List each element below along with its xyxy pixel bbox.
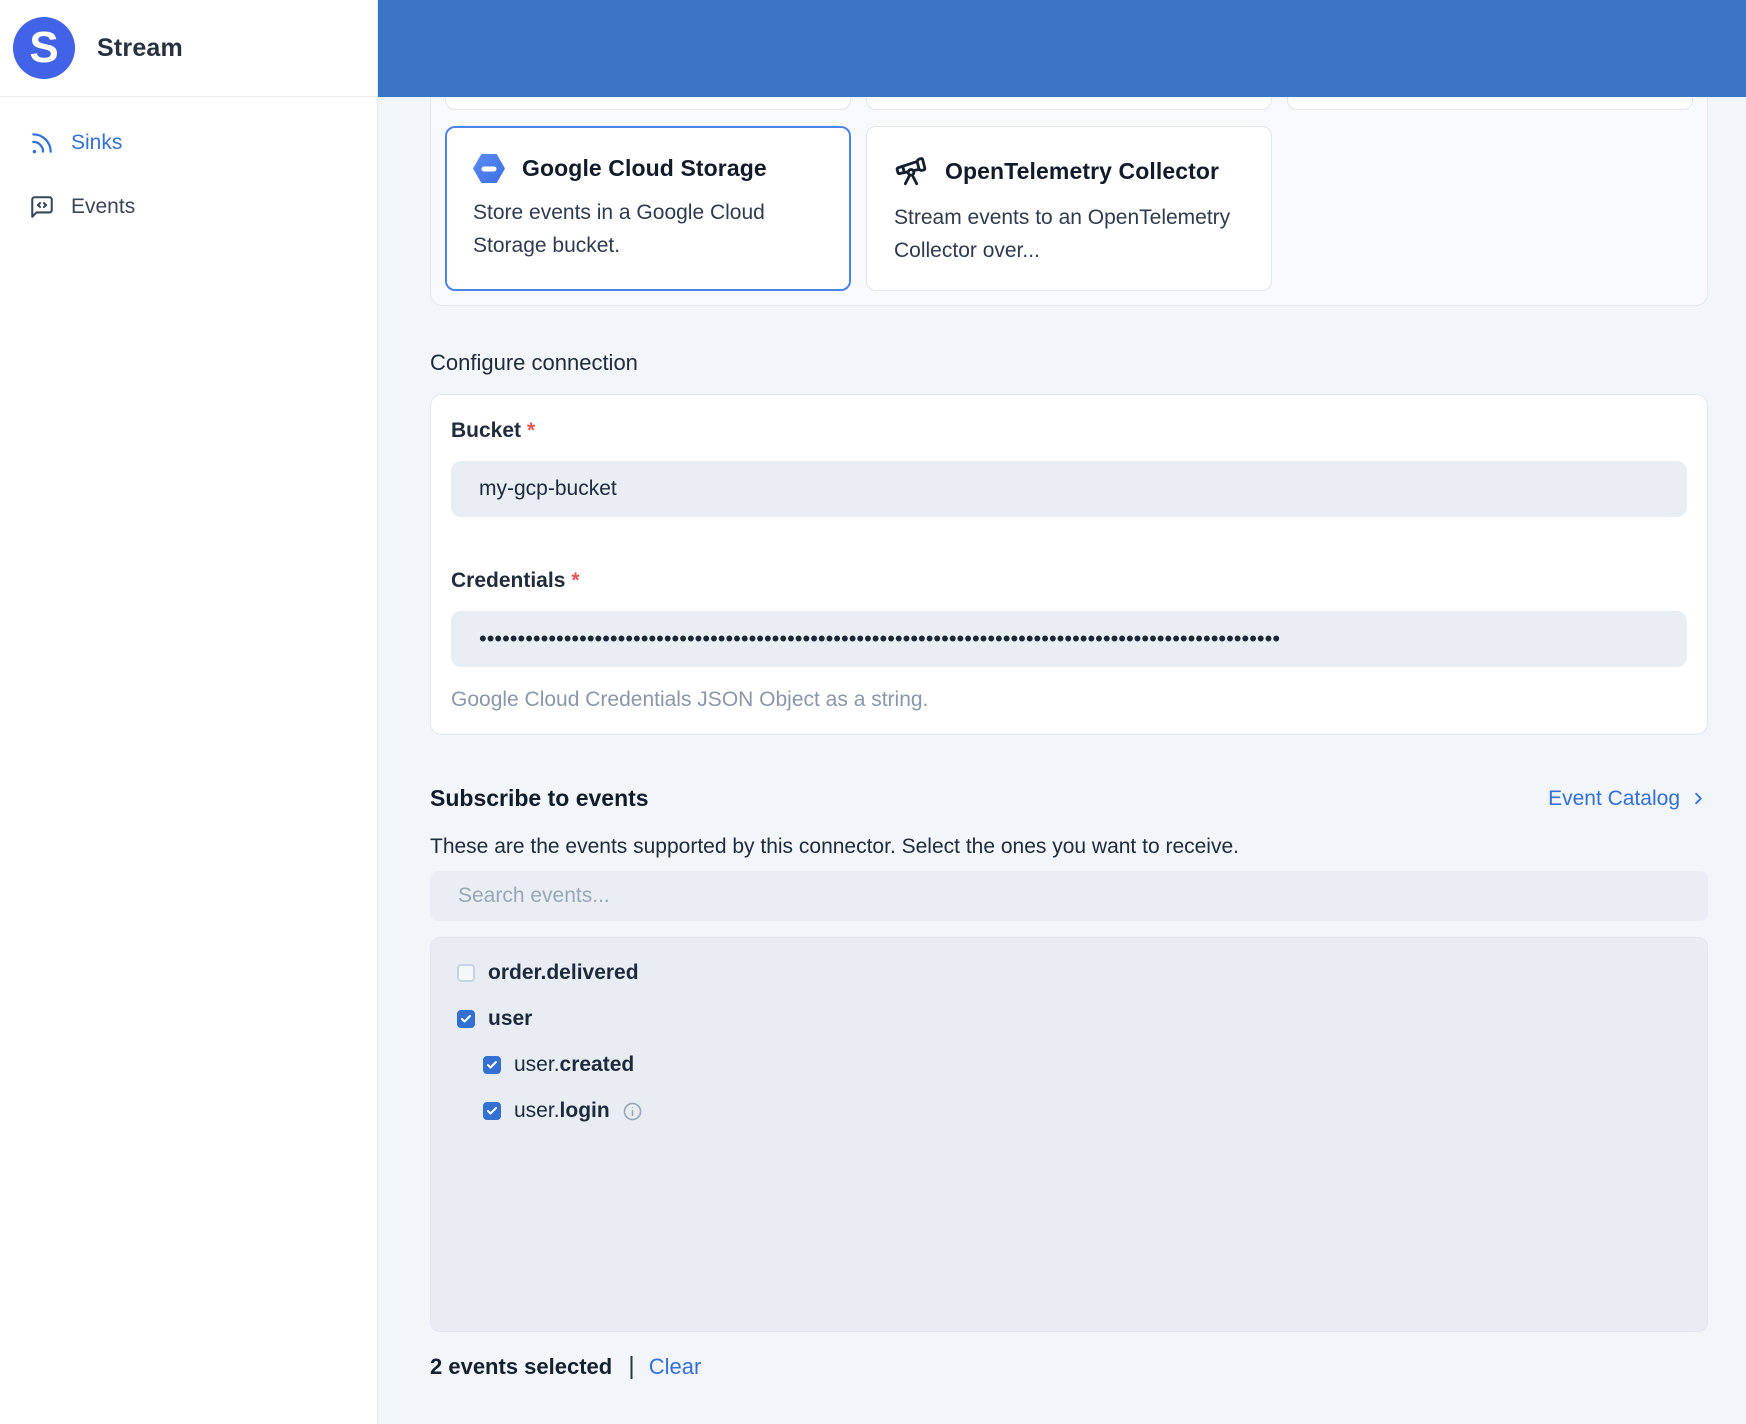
event-row-user: user bbox=[457, 996, 1687, 1042]
check-icon bbox=[487, 1107, 497, 1115]
event-label: user.created bbox=[514, 1053, 635, 1076]
subscribe-header-row: Subscribe to events Event Catalog bbox=[430, 785, 1708, 812]
sidebar-item-sinks[interactable]: Sinks bbox=[0, 111, 377, 175]
bucket-label: Bucket * bbox=[451, 419, 536, 442]
credentials-help-text: Google Cloud Credentials JSON Object as … bbox=[451, 688, 929, 711]
required-asterisk: * bbox=[527, 419, 536, 442]
bucket-input[interactable] bbox=[451, 461, 1687, 517]
sidebar: S Stream Sinks Events bbox=[0, 0, 378, 1424]
required-asterisk: * bbox=[571, 569, 580, 592]
clear-selection-link[interactable]: Clear bbox=[649, 1354, 702, 1380]
connector-card-google-cloud-storage[interactable]: Google Cloud Storage Store events in a G… bbox=[445, 126, 851, 291]
event-row-order-delivered: order.delivered bbox=[457, 950, 1687, 996]
card-description: Store events in a Google Cloud Storage b… bbox=[473, 201, 765, 257]
subscribe-heading: Subscribe to events bbox=[430, 785, 649, 811]
check-icon bbox=[487, 1061, 497, 1069]
card-description: Stream events to an OpenTelemetry Collec… bbox=[894, 206, 1231, 262]
event-label: user bbox=[488, 1007, 533, 1030]
app-window: S Stream Sinks Events Google Cloud Stora… bbox=[0, 0, 1746, 1424]
selection-footer: 2 events selected | Clear bbox=[430, 1352, 1708, 1381]
rss-icon bbox=[32, 133, 52, 154]
subscribe-description: These are the events supported by this c… bbox=[430, 835, 1239, 858]
configure-connection-heading: Configure connection bbox=[430, 350, 638, 375]
sidebar-item-events[interactable]: Events bbox=[0, 175, 377, 239]
telescope-icon bbox=[895, 157, 927, 186]
app-title: Stream bbox=[97, 33, 183, 62]
connector-cell-empty bbox=[1287, 126, 1693, 291]
google-cloud-storage-icon bbox=[473, 154, 505, 183]
sidebar-item-label: Events bbox=[71, 195, 136, 218]
card-header: OpenTelemetry Collector bbox=[894, 154, 1244, 188]
sidebar-header: S Stream bbox=[0, 0, 377, 97]
main-area: Google Cloud Storage Store events in a G… bbox=[378, 0, 1746, 1424]
sidebar-nav: Sinks Events bbox=[0, 97, 377, 239]
check-icon bbox=[461, 1015, 471, 1023]
credentials-input[interactable] bbox=[451, 611, 1687, 667]
event-catalog-link[interactable]: Event Catalog bbox=[1548, 787, 1708, 811]
events-list-panel: order.delivered user user.created user.l… bbox=[430, 937, 1708, 1332]
bucket-field-group: Bucket * bbox=[451, 419, 1687, 517]
credentials-field-group: Credentials* Google Cloud Credentials JS… bbox=[451, 569, 1687, 712]
event-label: order.delivered bbox=[488, 961, 639, 984]
chevron-right-icon bbox=[1695, 792, 1702, 805]
footer-separator: | bbox=[628, 1352, 635, 1380]
event-label: user.login bbox=[514, 1099, 610, 1122]
stream-logo-icon: S bbox=[13, 17, 75, 79]
card-title: Google Cloud Storage bbox=[522, 155, 767, 181]
sidebar-item-label: Sinks bbox=[71, 131, 123, 154]
search-events-input[interactable] bbox=[430, 871, 1708, 921]
message-square-icon bbox=[31, 196, 53, 218]
event-catalog-label: Event Catalog bbox=[1548, 786, 1680, 810]
card-header: Google Cloud Storage bbox=[473, 154, 823, 183]
event-row-user-created: user.created bbox=[457, 1042, 1687, 1088]
connector-card-opentelemetry-collector[interactable]: OpenTelemetry Collector Stream events to… bbox=[866, 126, 1272, 291]
checkbox-user-created[interactable] bbox=[483, 1056, 501, 1074]
card-title: OpenTelemetry Collector bbox=[945, 157, 1220, 184]
checkbox-user[interactable] bbox=[457, 1010, 475, 1028]
info-icon[interactable] bbox=[622, 1101, 643, 1122]
event-row-user-login: user.login bbox=[457, 1088, 1687, 1134]
credentials-label: Credentials * bbox=[451, 569, 580, 592]
connector-row: Google Cloud Storage Store events in a G… bbox=[445, 126, 1693, 291]
selected-count-text: 2 events selected bbox=[430, 1353, 613, 1379]
main-content: Google Cloud Storage Store events in a G… bbox=[378, 0, 1746, 1381]
checkbox-order-delivered[interactable] bbox=[457, 964, 475, 982]
connection-form-panel: Bucket* Credentials* Google Cloud Creden… bbox=[430, 394, 1708, 735]
checkbox-user-login[interactable] bbox=[483, 1102, 501, 1120]
top-bar bbox=[378, 0, 1746, 97]
